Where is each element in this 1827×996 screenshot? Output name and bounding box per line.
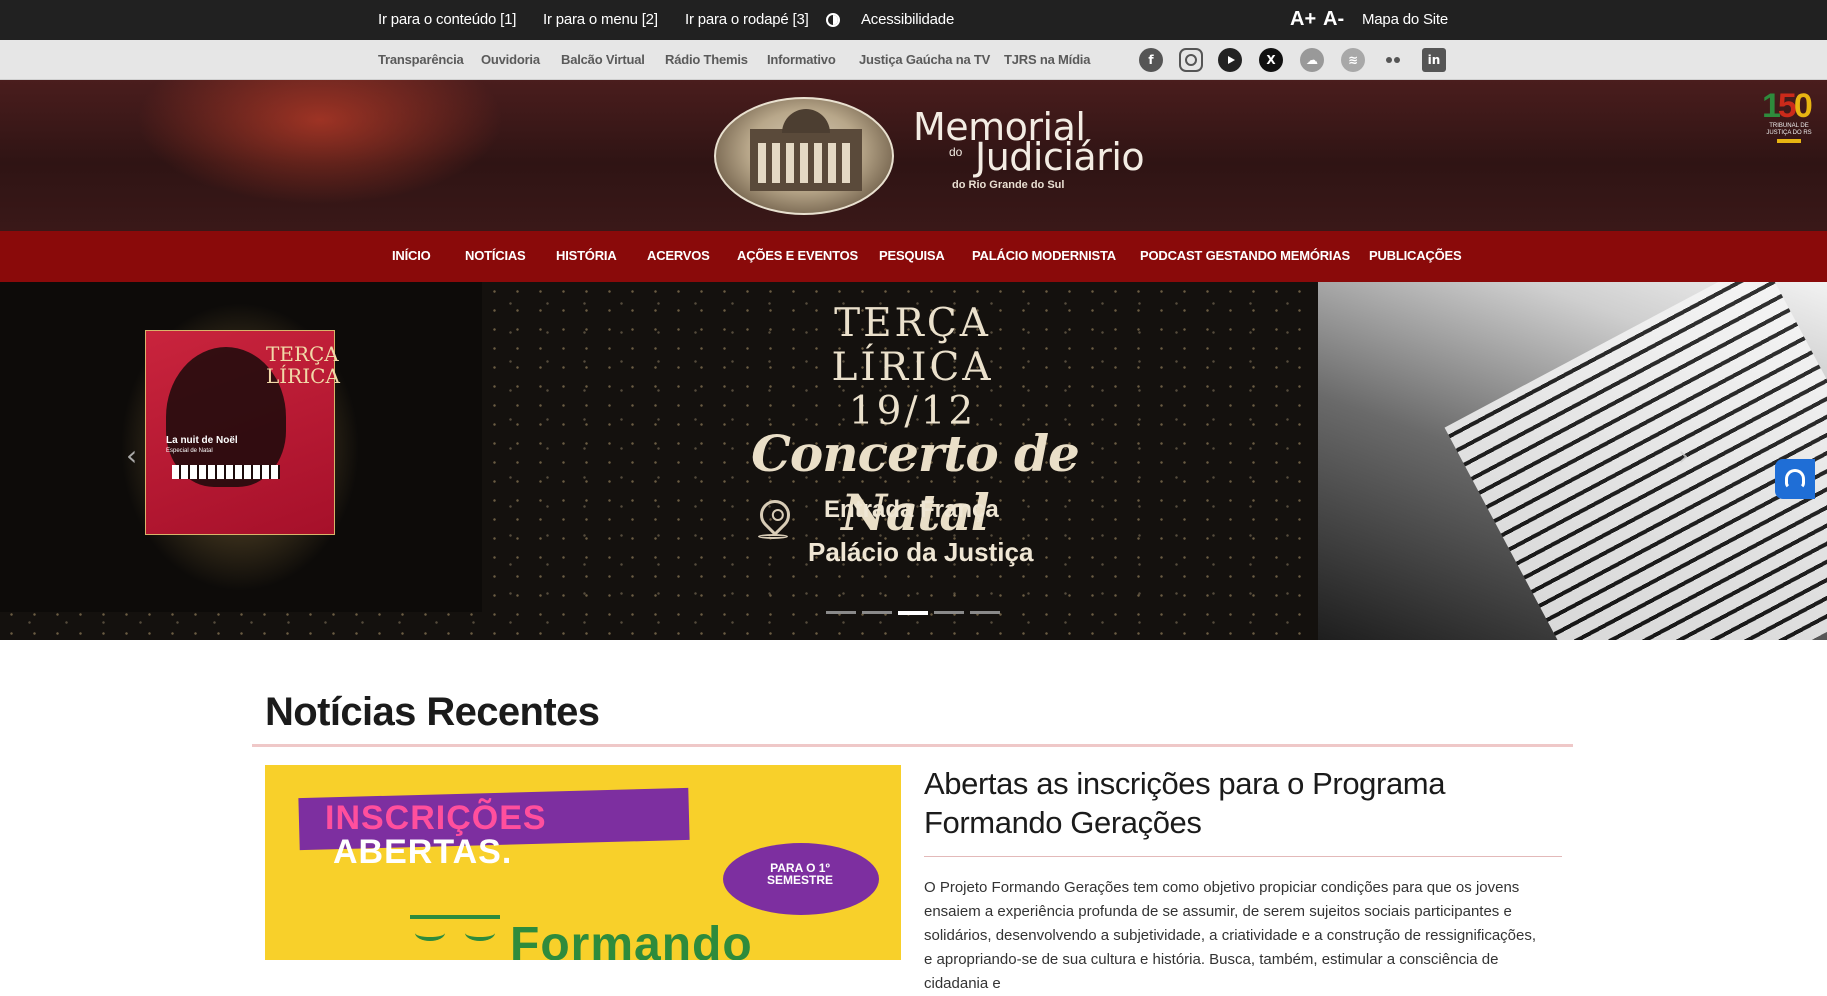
nav-palacio-modernista[interactable]: PALÁCIO MODERNISTA	[972, 248, 1116, 263]
slide-entrance: Entrada França	[824, 496, 999, 523]
carousel-indicator-3[interactable]	[898, 611, 928, 615]
soundcloud-icon[interactable]: ☁	[1300, 48, 1324, 72]
logo-title-do: do	[949, 145, 963, 159]
news-divider	[924, 856, 1562, 857]
font-decrease-button[interactable]: A-	[1323, 8, 1344, 31]
logo-title-judiciario: Judiciário	[975, 135, 1145, 179]
youtube-icon[interactable]	[1218, 48, 1242, 72]
skip-to-content-link[interactable]: Ir para o conteúdo [1]	[378, 11, 516, 28]
poster-subtitle: La nuit de Noël	[166, 435, 238, 446]
nav-pesquisa[interactable]: PESQUISA	[879, 248, 945, 263]
seal-label: TRIBUNAL DE JUSTIÇA DO RS	[1766, 123, 1812, 136]
seal-bar	[1777, 139, 1801, 143]
section-divider	[252, 744, 1573, 747]
poster-title-line1: TERÇA	[266, 342, 339, 366]
link-informativo[interactable]: Informativo	[767, 52, 836, 67]
news-image-text-3: Formando	[510, 918, 753, 960]
font-increase-button[interactable]: A+	[1290, 8, 1316, 31]
hero-carousel[interactable]: TERÇA LÍRICA La nuit de Noël Especial de…	[0, 282, 1827, 640]
accessibility-link[interactable]: Acessibilidade	[861, 11, 954, 28]
nav-publicacoes[interactable]: PUBLICAÇÕES	[1369, 248, 1462, 263]
flickr-icon[interactable]	[1381, 48, 1405, 72]
institutional-links-bar: Transparência Ouvidoria Balcão Virtual R…	[0, 40, 1827, 80]
skip-to-menu-link[interactable]: Ir para o menu [2]	[543, 11, 658, 28]
spotify-icon[interactable]: ≋	[1341, 48, 1365, 72]
nav-inicio[interactable]: INÍCIO	[392, 248, 431, 263]
poster-title: TERÇA LÍRICA	[266, 343, 340, 387]
news-image-bubble-text: PARA O 1º SEMESTRE	[766, 861, 833, 887]
carousel-left-panel: TERÇA LÍRICA La nuit de Noël Especial de…	[0, 282, 482, 612]
tjrs-150-seal: 150 TRIBUNAL DE JUSTIÇA DO RS	[1762, 89, 1816, 155]
slide-title-line2: LÍRICA	[831, 345, 994, 390]
nav-acoes-e-eventos[interactable]: AÇÕES E EVENTOS	[737, 248, 858, 263]
vlibras-hand-icon[interactable]	[1775, 459, 1815, 499]
news-image[interactable]: INSCRIÇÕES ABERTAS. PARA O 1º SEMESTRE F…	[265, 765, 901, 960]
link-ouvidoria[interactable]: Ouvidoria	[481, 52, 540, 67]
memorial-building-logo[interactable]	[714, 97, 894, 215]
piano-photo	[1318, 282, 1827, 640]
link-transparencia[interactable]: Transparência	[378, 52, 464, 67]
nav-historia[interactable]: HISTÓRIA	[556, 248, 617, 263]
nav-acervos[interactable]: ACERVOS	[647, 248, 710, 263]
contrast-icon[interactable]	[826, 13, 840, 27]
news-headline-link[interactable]: Abertas as inscrições para o Programa Fo…	[924, 764, 1524, 842]
link-balcao-virtual[interactable]: Balcão Virtual	[561, 52, 645, 67]
skip-to-footer-link[interactable]: Ir para o rodapé [3]	[685, 11, 809, 28]
slide-title: TERÇA LÍRICA 19/12	[770, 302, 1055, 434]
carousel-indicator-2[interactable]	[862, 611, 892, 614]
event-poster: TERÇA LÍRICA La nuit de Noël Especial de…	[145, 330, 340, 535]
instagram-icon[interactable]	[1179, 48, 1203, 72]
site-header-banner	[0, 80, 1827, 231]
carousel-next-chevron-icon[interactable]: ›	[1678, 442, 1706, 470]
logo-subtitle: do Rio Grande do Sul	[952, 179, 1065, 191]
news-image-text-2: ABERTAS.	[333, 833, 513, 871]
x-icon[interactable]: X	[1259, 48, 1283, 72]
accessibility-bar: Ir para o conteúdo [1] Ir para o menu [2…	[0, 0, 1827, 40]
nav-noticias[interactable]: NOTÍCIAS	[465, 248, 526, 263]
sitemap-link[interactable]: Mapa do Site	[1362, 11, 1448, 28]
poster-small-text: Especial de Natal	[166, 448, 213, 454]
carousel-indicator-4[interactable]	[934, 611, 964, 614]
seal-number: 150	[1762, 87, 1813, 125]
link-tjrs-na-midia[interactable]: TJRS na Mídia	[1004, 52, 1090, 67]
scales-of-justice-icon	[410, 915, 500, 955]
linkedin-icon[interactable]: in	[1422, 48, 1446, 72]
recent-news-heading: Notícias Recentes	[265, 690, 600, 734]
facebook-icon[interactable]: f	[1139, 48, 1163, 72]
carousel-indicator-1[interactable]	[826, 611, 856, 614]
main-navigation: INÍCIO NOTÍCIAS HISTÓRIA ACERVOS AÇÕES E…	[0, 231, 1827, 282]
link-justica-gaucha-tv[interactable]: Justiça Gaúcha na TV	[859, 52, 990, 67]
location-pin-icon	[753, 493, 797, 544]
carousel-indicator-5[interactable]	[970, 611, 1000, 614]
news-summary: O Projeto Formando Gerações tem como obj…	[924, 879, 1537, 992]
nav-podcast[interactable]: PODCAST GESTANDO MEMÓRIAS	[1140, 248, 1350, 263]
poster-title-line2: LÍRICA	[266, 364, 340, 388]
slide-venue: Palácio da Justiça	[808, 537, 1034, 567]
carousel-prev-chevron-icon[interactable]: ‹	[126, 442, 154, 470]
poster-piano-keys	[172, 465, 280, 479]
link-radio-themis[interactable]: Rádio Themis	[665, 52, 748, 67]
slide-title-line1: TERÇA	[834, 301, 991, 346]
